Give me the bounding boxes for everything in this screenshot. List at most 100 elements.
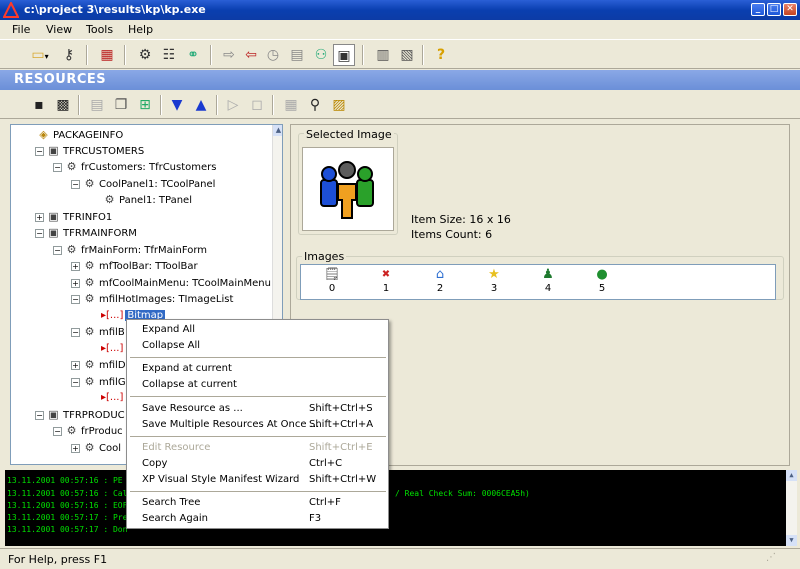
log-scrollbar[interactable]: ▲ ▼ [786, 470, 797, 546]
component-icon: ⚙ [66, 243, 77, 256]
expander-icon[interactable]: − [53, 245, 62, 255]
stop-icon[interactable]: ◻ [246, 94, 268, 116]
properties-icon[interactable]: ▧ [396, 44, 418, 66]
menu-item-save-resource[interactable]: Save Resource as ... Shift+Ctrl+S [142, 401, 382, 417]
expander-icon[interactable]: − [35, 228, 44, 238]
component-icon: ⚙ [84, 292, 95, 305]
image-item[interactable]: ★ 3 [483, 267, 505, 294]
expander-icon[interactable]: + [71, 360, 80, 370]
menu-item-copy[interactable]: Copy Ctrl+C [142, 456, 382, 472]
tree-node[interactable]: + ⚙ mfCoolMainMenu: TCoolMainMenu [71, 275, 271, 290]
open-dropdown-icon[interactable]: ▭▾ [26, 44, 54, 66]
report-icon[interactable]: ▥ [372, 44, 394, 66]
import-icon[interactable]: ⇦ [240, 44, 262, 66]
tree-node[interactable]: − ⚙ frMainForm: TfrMainForm [53, 242, 207, 257]
expander-icon[interactable]: − [71, 327, 80, 337]
image-item[interactable]: ♟ 4 [537, 267, 559, 294]
tree-node[interactable]: − ⚙ frCustomers: TfrCustomers [53, 159, 217, 174]
menu-tools[interactable]: Tools [82, 22, 117, 37]
document-icon[interactable]: ▤ [286, 44, 308, 66]
menu-separator [130, 396, 386, 397]
image-item[interactable]: ✖ 1 [375, 267, 397, 294]
menu-item-edit-resource: Edit Resource Shift+Ctrl+E [142, 442, 373, 453]
scroll-up-icon[interactable]: ▲ [786, 470, 797, 481]
menu-help[interactable]: Help [124, 22, 157, 37]
expander-icon[interactable]: + [71, 278, 80, 288]
tree-node[interactable]: − ⚙ frProduc [53, 423, 123, 438]
menu-item-expand-current[interactable]: Expand at current [142, 361, 382, 377]
close-button[interactable]: ✕ [783, 3, 797, 16]
component-icon: ⚙ [84, 259, 95, 272]
menu-view[interactable]: View [42, 22, 76, 37]
selected-image-preview [302, 147, 394, 231]
expander-icon[interactable]: + [35, 212, 44, 222]
menu-item-search-tree[interactable]: Search Tree Ctrl+F [142, 495, 382, 511]
menu-item-search-again[interactable]: Search Again F3 [142, 511, 382, 527]
log-panel[interactable]: 13.11.2001 00:57:16 : PE 13.11.2001 00:5… [5, 470, 797, 546]
expander-icon[interactable]: − [35, 410, 44, 420]
copy-icon[interactable]: ❐ [110, 94, 132, 116]
resources-toggle-icon[interactable]: ▣ [333, 44, 355, 66]
arrow-down-icon[interactable]: ▼ [166, 94, 188, 116]
tree-node[interactable]: ◈ PACKAGEINFO [37, 127, 123, 142]
tree-node[interactable]: + ▣ TFRINFO1 [35, 209, 112, 224]
tree-node[interactable]: − ⚙ mfilHotImages: TImageList [71, 291, 233, 306]
network-icon[interactable]: ⚭ [182, 44, 204, 66]
inspect-icon[interactable]: ▦ [96, 44, 118, 66]
menu-file[interactable]: File [8, 22, 34, 37]
play-icon[interactable]: ▷ [222, 94, 244, 116]
structure-icon[interactable]: ☷ [158, 44, 180, 66]
menu-item-save-multiple[interactable]: Save Multiple Resources At Once ... Shift… [142, 417, 382, 433]
menu-item-collapse-current[interactable]: Collapse at current [142, 377, 382, 393]
image-item[interactable]: 🗒 0 [321, 267, 343, 294]
image-item[interactable]: ⌂ 2 [429, 267, 451, 294]
maximize-button[interactable]: □ [767, 3, 781, 16]
expander-icon[interactable]: − [53, 426, 62, 436]
expander-icon[interactable]: − [71, 294, 80, 304]
clock-icon[interactable]: ◷ [262, 44, 284, 66]
expander-icon[interactable]: + [71, 443, 80, 453]
export-icon[interactable]: ⇨ [218, 44, 240, 66]
search-again-icon[interactable]: ▨ [328, 94, 350, 116]
windows-icon[interactable]: ⊞ [134, 94, 156, 116]
tree-node[interactable]: − ⚙ mfilG [71, 374, 126, 389]
cut-icon[interactable]: ▤ [86, 94, 108, 116]
save-all-icon[interactable]: ▩ [52, 94, 74, 116]
scroll-up-icon[interactable]: ▲ [273, 125, 282, 136]
save-icon[interactable]: ▪ [28, 94, 50, 116]
arrow-up-icon[interactable]: ▲ [190, 94, 212, 116]
help-icon[interactable]: ? [430, 44, 452, 66]
menu-item-manifest-wizard[interactable]: XP Visual Style Manifest Wizard Shift+Ctr… [142, 472, 382, 488]
minimize-button[interactable]: _ [751, 3, 765, 16]
expander-icon[interactable]: − [71, 377, 80, 387]
expander-icon[interactable]: − [53, 162, 62, 172]
tree-node[interactable]: − ▣ TFRPRODUC [35, 407, 125, 422]
tree-node[interactable]: − ⚙ CoolPanel1: TCoolPanel [71, 176, 215, 191]
expander-icon[interactable]: + [71, 261, 80, 271]
menu-item-expand-all[interactable]: Expand All [142, 322, 382, 338]
component-icon: ⚙ [84, 276, 95, 289]
log-line: 13.11.2001 00:57:17 : Prec [7, 513, 133, 522]
tree-node[interactable]: ⚙ Panel1: TPanel [103, 192, 192, 207]
binoculars-icon[interactable]: ⚲ [304, 94, 326, 116]
tree-node[interactable]: − ▣ TFRCUSTOMERS [35, 143, 144, 158]
key-icon[interactable]: ⚷ [58, 44, 80, 66]
expander-icon[interactable]: − [35, 146, 44, 156]
tree-node[interactable]: − ⚙ mfilB [71, 324, 125, 339]
tree-node[interactable]: + ⚙ mfilD [71, 357, 126, 372]
grid-icon[interactable]: ▦ [280, 94, 302, 116]
image-item[interactable]: ● 5 [591, 267, 613, 294]
menu-item-collapse-all[interactable]: Collapse All [142, 338, 382, 354]
tree-icon[interactable]: ⚙ [134, 44, 156, 66]
scroll-down-icon[interactable]: ▼ [786, 535, 797, 546]
group-icon[interactable]: ⚇ [310, 44, 332, 66]
images-list[interactable]: 🗒 0 ✖ 1 ⌂ 2 ★ 3 ♟ 4 ● 5 [300, 264, 776, 300]
menu-separator [130, 436, 386, 437]
tree-node[interactable]: − ▣ TFRMAINFORM [35, 225, 137, 240]
component-icon: ⚙ [84, 441, 95, 454]
expander-icon[interactable]: − [71, 179, 80, 189]
resize-grip-icon[interactable]: ⋰ [766, 552, 776, 563]
app-icon [2, 0, 20, 18]
tree-node[interactable]: + ⚙ mfToolBar: TToolBar [71, 258, 198, 273]
tree-node[interactable]: + ⚙ Cool [71, 440, 121, 455]
